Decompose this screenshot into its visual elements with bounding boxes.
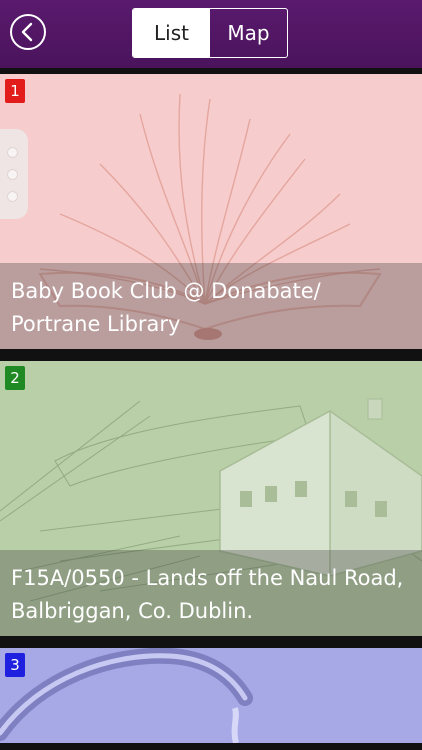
tab-list[interactable]: List bbox=[133, 9, 210, 57]
item-number-badge: 1 bbox=[5, 79, 25, 103]
drawer-handle[interactable] bbox=[0, 129, 28, 219]
item-number-badge: 3 bbox=[5, 653, 25, 677]
item-title: F15A/0550 - Lands off the Naul Road, Bal… bbox=[11, 566, 404, 623]
faucet-illustration bbox=[0, 648, 253, 743]
view-toggle: List Map bbox=[132, 8, 288, 58]
item-title: Baby Book Club @ Donabate/ Portrane Libr… bbox=[11, 279, 321, 336]
back-button[interactable] bbox=[10, 14, 46, 50]
item-number-badge: 2 bbox=[5, 366, 25, 390]
header-bar: List Map bbox=[0, 0, 422, 68]
handle-dot bbox=[7, 191, 18, 202]
tab-map[interactable]: Map bbox=[210, 9, 287, 57]
handle-dot bbox=[7, 147, 18, 158]
handle-dot bbox=[7, 169, 18, 180]
list-item[interactable]: 1 Baby Book Club @ Donabate/ Portrane Li… bbox=[0, 74, 422, 349]
list-item[interactable]: 3 bbox=[0, 648, 422, 743]
list-item[interactable]: 2 F15A/0550 - Lands off the Naul Road, B… bbox=[0, 361, 422, 636]
item-caption: Baby Book Club @ Donabate/ Portrane Libr… bbox=[0, 263, 422, 349]
chevron-left-icon bbox=[21, 22, 33, 42]
item-caption: F15A/0550 - Lands off the Naul Road, Bal… bbox=[0, 550, 422, 636]
